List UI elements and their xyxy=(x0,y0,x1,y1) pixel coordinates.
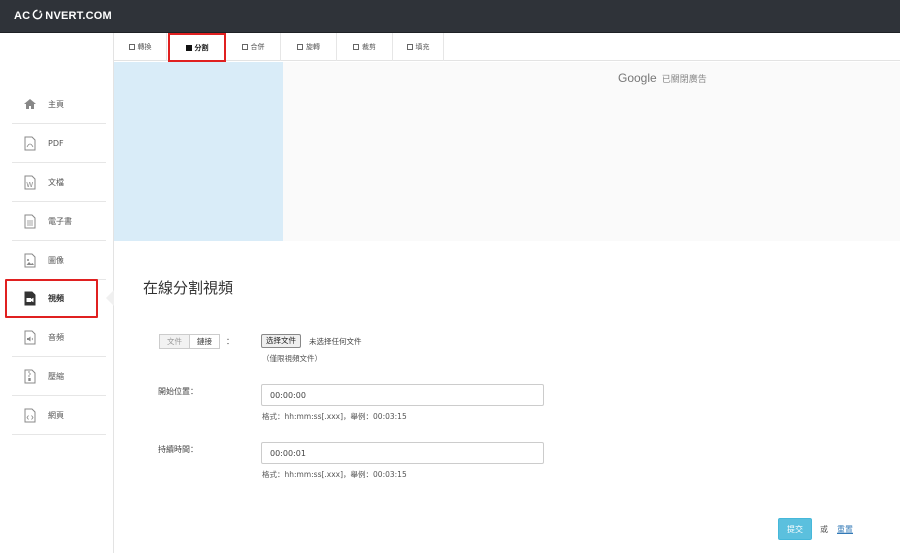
sidebar-item-webpage[interactable]: 網頁 xyxy=(12,396,106,435)
pdf-file-icon xyxy=(22,135,38,151)
sidebar-item-label: 主頁 xyxy=(48,99,64,109)
tab-convert[interactable]: 轉換 xyxy=(114,33,167,61)
code-file-icon xyxy=(22,407,38,423)
source-type-toggle: 文件 鏈接 xyxy=(159,334,220,349)
active-section-pointer xyxy=(106,290,114,306)
submit-button[interactable]: 提交 xyxy=(778,518,812,540)
tab-label: 裁剪 xyxy=(362,43,376,51)
or-text: 或 xyxy=(820,525,828,534)
video-only-hint: （僅限視頻文件） xyxy=(262,354,322,363)
sidebar-item-label: 視頻 xyxy=(48,294,64,303)
sidebar-item-label: PDF xyxy=(48,138,64,148)
google-logo: Google xyxy=(618,71,657,85)
checkbox-icon xyxy=(241,44,248,50)
source-link-option[interactable]: 鏈接 xyxy=(190,335,219,348)
checkbox-icon xyxy=(128,44,135,50)
operation-tabs: 轉換 分割 合併 旋轉 裁剪 填充 xyxy=(114,33,900,62)
tab-label: 填充 xyxy=(415,43,430,51)
logo-text-left: AC xyxy=(14,10,31,22)
sidebar-item-home[interactable]: 主頁 xyxy=(12,85,106,124)
ad-slot-right xyxy=(283,62,900,241)
sidebar-item-label: 文檔 xyxy=(48,177,64,187)
archive-file-icon xyxy=(22,368,38,384)
sidebar-item-audio[interactable]: 音頻 xyxy=(12,318,106,357)
sidebar-item-ebook[interactable]: 電子書 xyxy=(12,202,106,241)
sidebar-item-document[interactable]: W 文檔 xyxy=(12,163,106,202)
sidebar-item-label: 音頻 xyxy=(48,332,64,342)
sidebar-item-label: 電子書 xyxy=(48,216,72,226)
svg-text:W: W xyxy=(26,181,33,189)
tab-label: 合併 xyxy=(250,43,265,51)
duration-format-hint: 格式：hh:mm:ss[.xxx]，舉例：00:03:15 xyxy=(262,470,407,479)
source-file-option[interactable]: 文件 xyxy=(160,335,190,348)
word-file-icon: W xyxy=(22,174,38,190)
logo-refresh-icon xyxy=(32,9,43,23)
checkbox-icon xyxy=(353,44,359,50)
tab-pad[interactable]: 填充 xyxy=(393,33,444,61)
ebook-icon xyxy=(22,213,38,229)
home-icon xyxy=(22,96,38,112)
reset-link[interactable]: 重置 xyxy=(837,524,853,535)
tab-label: 分割 xyxy=(194,43,209,52)
tab-crop[interactable]: 裁剪 xyxy=(337,33,393,61)
ad-slot-left xyxy=(114,62,283,241)
video-file-icon xyxy=(22,291,38,307)
checkbox-icon xyxy=(297,44,303,50)
page-title: 在線分割視頻 xyxy=(143,279,234,297)
sidebar-item-image[interactable]: 圖像 xyxy=(12,241,106,280)
ad-closed-notice: Google 已關閉廣告 xyxy=(618,71,707,85)
image-file-icon xyxy=(22,252,38,268)
sidebar-item-pdf[interactable]: PDF xyxy=(12,124,106,163)
sidebar: 主頁 PDF W 文檔 電子書 圖像 視頻 音頻 壓縮 網頁 xyxy=(0,33,114,553)
tab-split[interactable]: 分割 xyxy=(168,33,226,62)
sidebar-item-label: 圖像 xyxy=(48,255,64,265)
tab-rotate[interactable]: 旋轉 xyxy=(281,33,337,61)
source-colon: ： xyxy=(226,337,234,346)
audio-file-icon xyxy=(22,329,38,345)
tab-label: 轉換 xyxy=(137,43,152,51)
no-file-chosen-text: 未选择任何文件 xyxy=(309,337,362,346)
sidebar-item-label: 網頁 xyxy=(48,410,64,420)
sidebar-item-label: 壓縮 xyxy=(48,371,64,381)
site-logo[interactable]: AC NVERT.COM xyxy=(14,9,112,23)
tab-merge[interactable]: 合併 xyxy=(226,33,281,61)
start-position-input[interactable] xyxy=(261,384,544,406)
checkbox-icon xyxy=(406,44,413,50)
sidebar-item-archive[interactable]: 壓縮 xyxy=(12,357,106,396)
choose-file-button[interactable]: 选择文件 xyxy=(261,334,301,348)
start-position-label: 開始位置： xyxy=(158,387,198,396)
sidebar-item-video[interactable]: 視頻 xyxy=(5,279,98,318)
start-format-hint: 格式：hh:mm:ss[.xxx]，舉例：00:03:15 xyxy=(262,412,407,421)
logo-text-right: NVERT.COM xyxy=(45,10,112,22)
ad-closed-text: 已關閉廣告 xyxy=(661,75,707,85)
duration-input[interactable] xyxy=(261,442,544,464)
checkbox-checked-icon xyxy=(185,44,192,51)
tab-label: 旋轉 xyxy=(306,43,320,51)
top-bar: AC NVERT.COM xyxy=(0,0,900,33)
duration-label: 持續時間： xyxy=(158,445,198,454)
